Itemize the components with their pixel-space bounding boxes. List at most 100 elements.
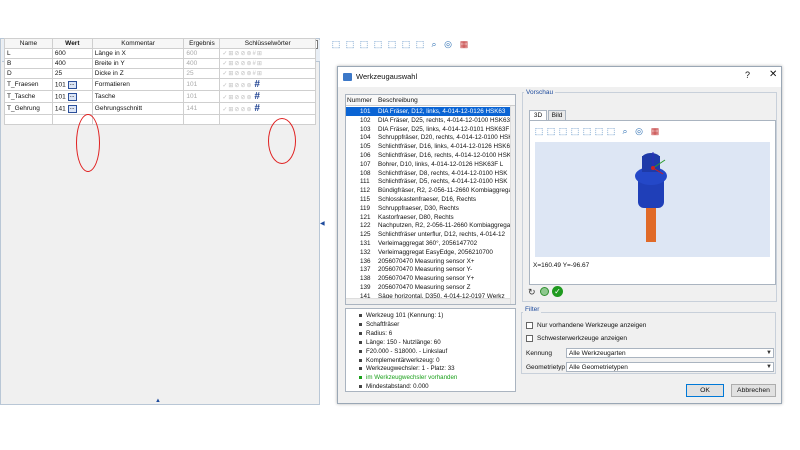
cell-kommentar[interactable]: Länge in X (91, 48, 185, 59)
empty-row[interactable] (4, 114, 316, 125)
view-iso-icon[interactable]: ⬚ (400, 38, 412, 50)
header-nummer[interactable]: Nummer (347, 95, 372, 106)
table-row[interactable]: L 600 Länge in X 600 ✓⊞⊘⊘⊛#⊞ (4, 48, 316, 59)
cell-ergebnis: 101 (183, 90, 221, 103)
hash-icon[interactable]: # (254, 104, 260, 114)
view-top-icon[interactable]: ⬚ (581, 125, 593, 137)
zoom-fit-icon[interactable]: ◎ (442, 38, 454, 50)
view-right-icon[interactable]: ⬚ (372, 38, 384, 50)
vertical-scrollbar[interactable] (510, 106, 515, 304)
kennung-select[interactable]: Alle Werkzeugarten ▼ (566, 348, 774, 358)
hash-icon[interactable]: # (254, 80, 260, 90)
view-3d-icon[interactable]: ⬚ (605, 125, 617, 137)
table-row[interactable]: T_Fraesen 101 ... Formatieren 101 ✓⊞⊘⊘⊛ # (4, 78, 316, 91)
tab-3d[interactable]: 3D (529, 110, 547, 120)
cell-name[interactable]: T_Fraesen (4, 78, 53, 91)
horizontal-scrollbar[interactable] (346, 298, 510, 304)
view-front-icon[interactable]: ⬚ (533, 125, 545, 137)
view-left-icon[interactable]: ⬚ (557, 125, 569, 137)
view-front-icon[interactable]: ⬚ (330, 38, 342, 50)
view-iso-icon[interactable]: ⬚ (593, 125, 605, 137)
col-schluesselwoerter[interactable]: Schlüsselwörter (219, 38, 316, 49)
cell-wert[interactable]: 600 (51, 48, 93, 59)
confirm-check-icon[interactable]: ✓ (552, 286, 563, 297)
sister-tools-checkbox[interactable] (526, 335, 533, 342)
col-wert[interactable]: Wert (51, 38, 93, 49)
cell-kommentar[interactable]: Gehrungsschnitt (91, 102, 185, 115)
wert-value[interactable]: 141 (55, 105, 66, 112)
splitter[interactable]: ◀ (320, 38, 329, 405)
keyword-icons[interactable]: ✓⊞⊘⊘⊛#⊞ (222, 51, 263, 57)
cell-keywords[interactable]: ✓⊞⊘⊘⊛#⊞ (219, 68, 316, 79)
only-existing-checkbox[interactable] (526, 322, 533, 329)
cell-kommentar[interactable]: Tasche (91, 90, 185, 103)
cell-kommentar[interactable]: Formatieren (91, 78, 185, 91)
view-back-icon[interactable]: ⬚ (545, 125, 557, 137)
cell-keywords[interactable]: ✓⊞⊘⊘⊛ # (219, 90, 316, 103)
collapse-arrow-icon[interactable]: ▲ (155, 398, 161, 404)
table-row[interactable]: T_Gehrung 141 ... Gehrungsschnitt 141 ✓⊞⊘⊘⊛ … (4, 102, 316, 115)
cell-wert[interactable]: 141 ... (51, 102, 93, 115)
cell-wert[interactable]: 400 (51, 58, 93, 69)
ellipsis-button[interactable]: ... (67, 104, 77, 113)
keyword-icons[interactable]: ✓⊞⊘⊘⊛#⊞ (222, 71, 263, 77)
ok-button[interactable]: OK (686, 384, 724, 397)
col-name[interactable]: Name (4, 38, 53, 49)
cell-wert[interactable]: 101 ... (51, 90, 93, 103)
cell-name[interactable]: T_Gehrung (4, 102, 53, 115)
zoom-fit-icon[interactable]: ◎ (633, 125, 645, 137)
cell-keywords[interactable]: ✓⊞⊘⊘⊛#⊞ (219, 58, 316, 69)
grid-icon[interactable]: ▦ (649, 125, 661, 137)
keyword-icons[interactable]: ✓⊞⊘⊘⊛ (222, 107, 252, 113)
cell-wert[interactable]: 101 ... (51, 78, 93, 91)
splitter-arrow-icon[interactable]: ◀ (320, 220, 325, 227)
view-back-icon[interactable]: ⬚ (344, 38, 356, 50)
zoom-icon[interactable]: ⌕ (428, 38, 440, 50)
keyword-icons[interactable]: ✓⊞⊘⊘⊛ (222, 83, 252, 89)
cell-name[interactable]: L (4, 48, 53, 59)
info-line: F20.000 - S18000. - Linkslauf (366, 347, 448, 355)
refresh-icon[interactable]: ↻ (528, 287, 536, 298)
cell-keywords[interactable]: ✓⊞⊘⊘⊛ # (219, 102, 316, 115)
cell-wert[interactable]: 25 (51, 68, 93, 79)
wert-value[interactable]: 600 (55, 50, 66, 57)
view-3d-icon[interactable]: ⬚ (414, 38, 426, 50)
view-right-icon[interactable]: ⬚ (569, 125, 581, 137)
cell-name[interactable]: B (4, 58, 53, 69)
ellipsis-button[interactable]: ... (67, 92, 77, 101)
col-kommentar[interactable]: Kommentar (91, 38, 185, 49)
info-line: Schaftfräser (366, 320, 400, 328)
close-icon[interactable]: ✕ (769, 69, 777, 80)
cell-name[interactable]: D (4, 68, 53, 79)
table-row[interactable]: B 400 Breite in Y 400 ✓⊞⊘⊘⊛#⊞ (4, 58, 316, 69)
cell-kommentar[interactable]: Dicke in Z (91, 68, 185, 79)
ellipsis-button[interactable]: ... (67, 80, 77, 89)
table-row[interactable]: D 25 Dicke in Z 25 ✓⊞⊘⊘⊛#⊞ (4, 68, 316, 79)
wert-value[interactable]: 101 (55, 81, 66, 88)
wert-value[interactable]: 25 (55, 70, 62, 77)
chevron-down-icon: ▼ (766, 364, 772, 370)
table-row[interactable]: T_Tasche 101 ... Tasche 101 ✓⊞⊘⊘⊛ # (4, 90, 316, 103)
cell-kommentar[interactable]: Breite in Y (91, 58, 185, 69)
cell-keywords[interactable]: ✓⊞⊘⊘⊛#⊞ (219, 48, 316, 59)
cell-keywords[interactable]: ✓⊞⊘⊘⊛ # (219, 78, 316, 91)
wert-value[interactable]: 101 (55, 93, 66, 100)
tool-list[interactable]: Nummer Beschreibung 101 DIA Fräser, D12, … (345, 94, 516, 305)
col-ergebnis[interactable]: Ergebnis (183, 38, 221, 49)
view-top-icon[interactable]: ⬚ (386, 38, 398, 50)
cancel-button[interactable]: Abbrechen (731, 384, 776, 397)
grid-icon[interactable]: ▦ (458, 38, 470, 50)
3d-viewport[interactable] (535, 142, 770, 257)
status-dot-icon[interactable] (540, 287, 549, 296)
help-button[interactable]: ? (745, 70, 750, 80)
header-beschreibung[interactable]: Beschreibung (378, 95, 418, 106)
keyword-icons[interactable]: ✓⊞⊘⊘⊛ (222, 95, 252, 101)
view-left-icon[interactable]: ⬚ (358, 38, 370, 50)
cell-name[interactable]: T_Tasche (4, 90, 53, 103)
geometrietyp-select[interactable]: Alle Geometrietypen ▼ (566, 362, 774, 372)
keyword-icons[interactable]: ✓⊞⊘⊘⊛#⊞ (222, 61, 263, 67)
wert-value[interactable]: 400 (55, 60, 66, 67)
hash-icon[interactable]: # (254, 92, 260, 102)
tab-bild[interactable]: Bild (548, 110, 566, 120)
zoom-icon[interactable]: ⌕ (619, 125, 631, 137)
